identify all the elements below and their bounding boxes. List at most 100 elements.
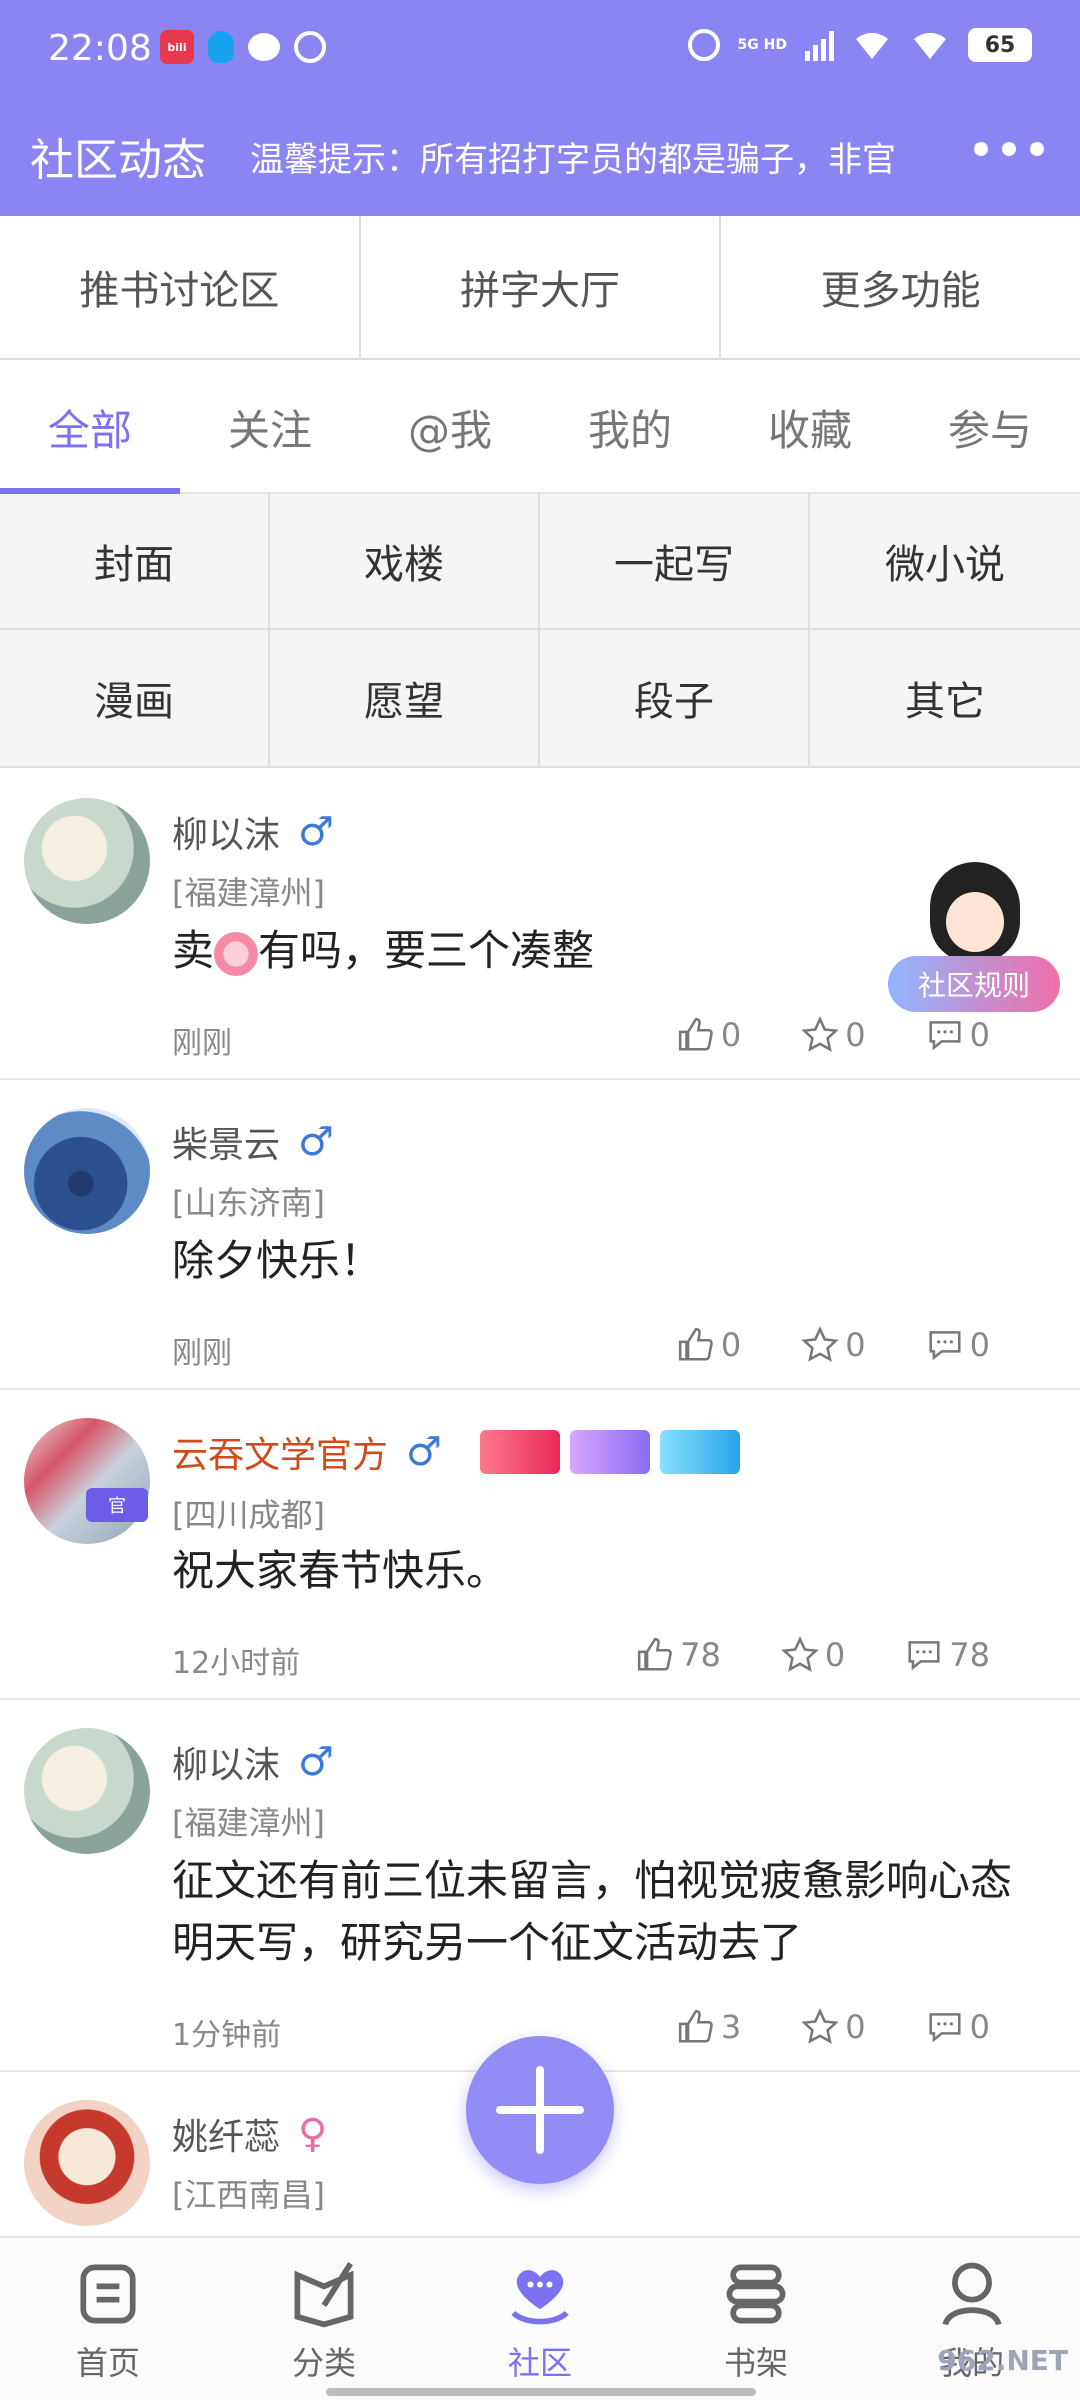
tab-mine[interactable]: 我的 <box>540 362 720 492</box>
nav-home[interactable]: 首页 <box>0 2238 216 2400</box>
title-row: 社区动态 温馨提示：所有招打字员的都是骗子，非官 <box>0 110 1080 190</box>
post-author[interactable]: 云吞文学官方 ♂ <box>172 1426 740 1478</box>
thumb-up-icon <box>678 1017 713 1051</box>
star-count: 0 <box>824 1636 846 1674</box>
star-icon <box>801 1326 840 1362</box>
favorite-button[interactable]: 0 <box>801 1326 866 1364</box>
rules-label: 社区规则 <box>888 956 1060 1012</box>
nav-category-label: 分类 <box>291 2344 356 2382</box>
post-content: 除夕快乐！ <box>172 1236 383 1285</box>
post-stats: 0 0 0 <box>617 1326 990 1364</box>
battery-icon: 65 <box>968 28 1032 62</box>
nav-category[interactable]: 分类 <box>216 2238 432 2400</box>
book-discussion-button[interactable]: 推书讨论区 <box>0 216 361 358</box>
star-count: 0 <box>845 1016 866 1054</box>
tab-participated[interactable]: 参与 <box>900 362 1080 492</box>
tab-all[interactable]: 全部 <box>0 362 180 494</box>
bookshelf-icon <box>726 2264 786 2324</box>
like-count: 0 <box>720 1326 742 1364</box>
notification-icons: bili <box>160 30 326 64</box>
tab-favorites[interactable]: 收藏 <box>720 362 900 492</box>
comment-button[interactable]: 0 <box>926 2008 990 2046</box>
like-button[interactable]: 0 <box>677 1326 741 1364</box>
post-item[interactable]: 官 云吞文学官方 ♂ [四川成都] 祝大家春节快乐。 12小时前 78 0 78 <box>0 1390 1080 1700</box>
comment-icon <box>929 2013 961 2043</box>
male-icon: ♂ <box>298 1739 334 1785</box>
bilibili-icon: bili <box>160 30 194 64</box>
like-button[interactable]: 3 <box>677 2008 741 2046</box>
post-item[interactable]: 柴景云 ♂ [山东济南] 除夕快乐！ 刚刚 0 0 0 <box>0 1080 1080 1390</box>
post-stats: 0 0 0 <box>617 1016 990 1054</box>
author-name: 姚纤蕊 <box>172 2117 281 2158</box>
tab-following[interactable]: 关注 <box>180 362 360 492</box>
star-icon <box>801 1016 840 1052</box>
notice-marquee: 温馨提示：所有招打字员的都是骗子，非官 <box>250 140 896 180</box>
vip-purple-icon <box>569 1430 650 1474</box>
author-location: [福建漳州] <box>172 1804 325 1842</box>
thumb-up-icon <box>678 2009 713 2043</box>
like-count: 3 <box>720 2008 742 2046</box>
word-hall-button[interactable]: 拼字大厅 <box>361 216 722 358</box>
system-icons: 5G HD 65 <box>687 28 1032 62</box>
tab-mentions[interactable]: @我 <box>360 362 540 492</box>
watermark: 962.NET <box>937 2344 1068 2377</box>
category-cover[interactable]: 封面 <box>0 494 270 630</box>
category-other[interactable]: 其它 <box>810 630 1080 766</box>
avatar[interactable] <box>24 1418 150 1544</box>
nav-bookshelf[interactable]: 书架 <box>648 2238 864 2400</box>
avatar[interactable] <box>24 2100 150 2226</box>
nav-community[interactable]: 社区 <box>432 2238 648 2400</box>
avatar[interactable] <box>24 1108 150 1234</box>
author-location: [山东济南] <box>172 1184 325 1222</box>
category-grid: 封面 戏楼 一起写 微小说 漫画 愿望 段子 其它 <box>0 494 1080 768</box>
comment-button[interactable]: 0 <box>926 1326 990 1364</box>
like-button[interactable]: 0 <box>677 1016 741 1054</box>
female-icon: ♀ <box>298 2111 328 2157</box>
avatar[interactable] <box>24 1728 150 1854</box>
more-dots-icon[interactable] <box>974 142 1044 156</box>
avatar[interactable] <box>24 798 150 924</box>
favorite-button[interactable]: 0 <box>781 1636 845 1674</box>
author-name: 云吞文学官方 <box>172 1435 389 1476</box>
signal-icon <box>805 29 834 61</box>
post-author[interactable]: 柴景云 ♂ <box>172 1116 334 1168</box>
like-button[interactable]: 78 <box>636 1636 721 1674</box>
post-author[interactable]: 柳以沫 ♂ <box>172 806 334 858</box>
home-indicator[interactable] <box>326 2388 756 2396</box>
add-post-button[interactable] <box>466 2036 614 2184</box>
more-features-button[interactable]: 更多功能 <box>721 216 1080 358</box>
post-time: 刚刚 <box>172 1026 232 1061</box>
nav-home-label: 首页 <box>75 2344 140 2382</box>
comment-count: 0 <box>969 1326 990 1364</box>
alarm-status-icon <box>687 29 720 61</box>
post-time: 刚刚 <box>172 1336 232 1371</box>
comment-icon <box>929 1331 961 1361</box>
community-rules-button[interactable]: 社区规则 <box>888 862 1060 1012</box>
comment-icon <box>929 1021 961 1051</box>
post-author[interactable]: 柳以沫 ♂ <box>172 1736 334 1788</box>
category-theater[interactable]: 戏楼 <box>270 494 540 630</box>
app-header: 22:08 bili 5G HD 65 社区动态 温馨提示：所有招打字员的都是骗… <box>0 0 1080 216</box>
category-co-write[interactable]: 一起写 <box>540 494 810 630</box>
post-time: 1分钟前 <box>172 2018 282 2053</box>
category-micro-novel[interactable]: 微小说 <box>810 494 1080 630</box>
post-content: 征文还有前三位未留言，怕视觉疲惫影响心态明天写，研究另一个征文活动去了 <box>172 1856 1013 1967</box>
category-jokes[interactable]: 段子 <box>540 630 810 766</box>
star-icon <box>801 2008 840 2044</box>
male-icon: ♂ <box>298 809 334 855</box>
category-comic[interactable]: 漫画 <box>0 630 270 766</box>
vip-blue-icon <box>659 1430 740 1474</box>
author-location: [福建漳州] <box>172 874 325 912</box>
like-count: 0 <box>720 1016 742 1054</box>
comment-button[interactable]: 0 <box>926 1016 990 1054</box>
favorite-button[interactable]: 0 <box>801 1016 866 1054</box>
category-wish[interactable]: 愿望 <box>270 630 540 766</box>
post-item[interactable]: 柳以沫 ♂ [福建漳州] 征文还有前三位未留言，怕视觉疲惫影响心态明天写，研究另… <box>0 1700 1080 2072</box>
comment-count: 78 <box>949 1636 990 1674</box>
user-icon <box>942 2262 1002 2326</box>
favorite-button[interactable]: 0 <box>801 2008 866 2046</box>
post-author[interactable]: 姚纤蕊 ♀ <box>172 2108 327 2160</box>
thumb-up-icon <box>678 1327 713 1361</box>
comment-button[interactable]: 78 <box>905 1636 990 1674</box>
author-name: 柴景云 <box>172 1125 281 1166</box>
